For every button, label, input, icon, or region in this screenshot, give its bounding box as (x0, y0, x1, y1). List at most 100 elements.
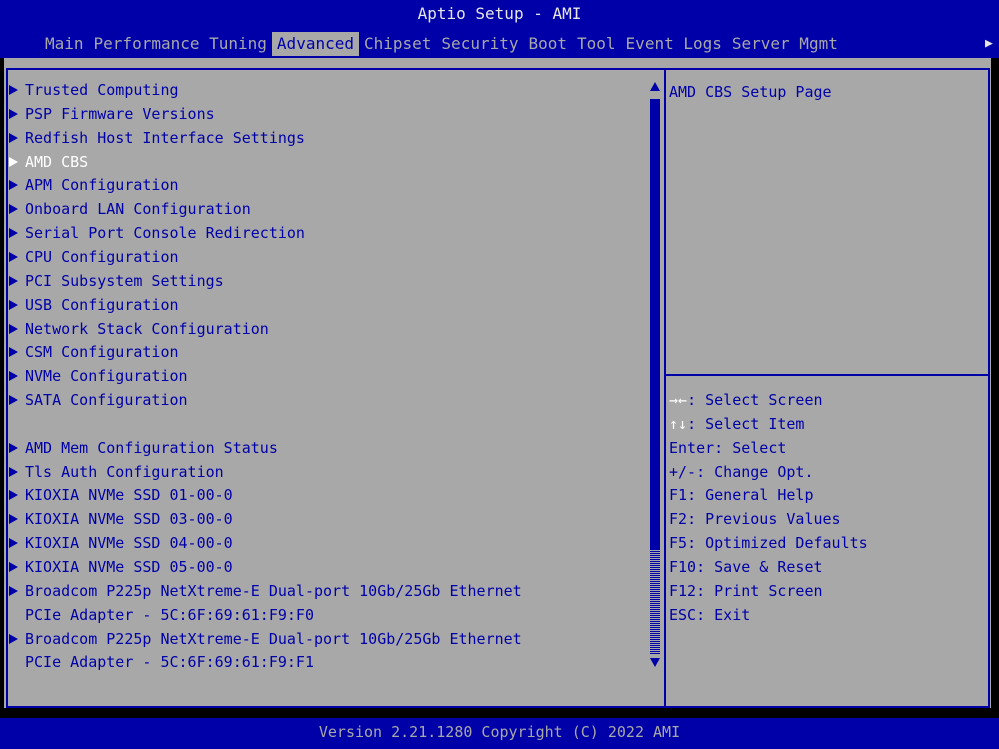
key-legend-item: →←: Select Screen (669, 388, 823, 412)
tab-main[interactable]: Main (40, 32, 89, 56)
tab-tool[interactable]: Tool (572, 32, 621, 56)
submenu-arrow-icon (9, 562, 18, 572)
tab-event-logs[interactable]: Event Logs (621, 32, 727, 56)
menu-item-label: KIOXIA NVMe SSD 04-00-0 (25, 534, 233, 553)
menu-item-continuation: PCIe Adapter - 5C:6F:69:61:F9:F0 (25, 605, 314, 624)
submenu-arrow-icon (9, 395, 18, 406)
submenu-arrow-icon (9, 156, 18, 167)
key-legend-item: +/-: Change Opt. (669, 460, 814, 484)
key-name: F5 (669, 534, 688, 553)
menu-item[interactable]: Network Stack Configuration (9, 317, 269, 341)
key-action: : Select (714, 438, 787, 457)
submenu-arrow-icon (9, 204, 18, 215)
menu-item[interactable]: Onboard LAN Configuration (9, 197, 251, 221)
submenu-arrow-icon (9, 275, 18, 286)
right-arrow-icon[interactable]: ▶ (985, 32, 993, 56)
menu-item-label: PSP Firmware Versions (25, 104, 215, 123)
menu-item[interactable]: Tls Auth Configuration (9, 460, 224, 484)
menu-item-label: CPU Configuration (25, 247, 179, 266)
key-legend-item: F12: Print Screen (669, 579, 823, 603)
menu-item-label: Broadcom P225p NetXtreme-E Dual-port 10G… (25, 629, 522, 648)
tab-bar: Main Performance Tuning Advanced Chipset… (40, 32, 843, 56)
key-legend-item: Enter: Select (669, 436, 786, 460)
key-action: : General Help (687, 486, 814, 505)
submenu-arrow-icon (9, 633, 18, 644)
menu-item-label: USB Configuration (25, 295, 179, 314)
menu-item[interactable]: SATA Configuration (9, 388, 188, 412)
menu-item[interactable]: KIOXIA NVMe SSD 03-00-0 (9, 507, 233, 531)
menu-item[interactable]: NVMe Configuration (9, 364, 188, 388)
menu-item-label: Network Stack Configuration (25, 319, 269, 338)
scrollbar-thumb[interactable] (650, 99, 660, 549)
tab-chipset[interactable]: Chipset (359, 32, 436, 56)
key-legend-item: F5: Optimized Defaults (669, 531, 868, 555)
tab-advanced[interactable]: Advanced (271, 32, 359, 56)
help-description: AMD CBS Setup Page (669, 83, 832, 101)
menu-item[interactable]: Broadcom P225p NetXtreme-E Dual-port 10G… (9, 627, 522, 651)
menu-item-label: NVMe Configuration (25, 367, 188, 386)
scrollbar-track[interactable] (650, 549, 660, 654)
menu-item[interactable]: Trusted Computing (9, 78, 179, 102)
submenu-arrow-icon (9, 251, 18, 262)
version-text: Version 2.21.1280 Copyright (C) 2022 AMI (318, 723, 681, 741)
menu-item-label: KIOXIA NVMe SSD 03-00-0 (25, 510, 233, 529)
submenu-arrow-icon (9, 299, 18, 310)
key-name: F2 (669, 510, 688, 529)
key-action: : Select Item (687, 414, 805, 433)
key-action: : Optimized Defaults (687, 534, 868, 553)
menu-item-label: Onboard LAN Configuration (25, 200, 251, 219)
menu-item[interactable]: Serial Port Console Redirection (9, 221, 305, 245)
scroll-down-arrow-icon[interactable] (650, 658, 660, 667)
key-legend-item: F1: General Help (669, 483, 814, 507)
menu-item-label: CSM Configuration (25, 343, 179, 362)
menu-item[interactable]: PCI Subsystem Settings (9, 269, 224, 293)
submenu-arrow-icon (9, 371, 18, 382)
key-name: →← (669, 391, 688, 409)
menu-item[interactable]: KIOXIA NVMe SSD 04-00-0 (9, 531, 233, 555)
submenu-arrow-icon (9, 132, 18, 143)
scroll-up-arrow-icon[interactable] (650, 82, 660, 91)
submenu-arrow-icon (9, 85, 18, 95)
tab-server-mgmt[interactable]: Server Mgmt (727, 32, 843, 56)
menu-item[interactable]: Redfish Host Interface Settings (9, 126, 305, 150)
menu-item[interactable]: USB Configuration (9, 293, 179, 317)
tab-boot[interactable]: Boot (523, 32, 572, 56)
scrollbar[interactable] (650, 82, 660, 668)
menu-item[interactable]: Broadcom P225p NetXtreme-E Dual-port 10G… (9, 579, 522, 603)
menu-item[interactable]: CSM Configuration (9, 340, 179, 364)
key-action: : Select Screen (687, 391, 823, 409)
key-legend-item: ESC: Exit (669, 603, 750, 627)
menu-item[interactable]: KIOXIA NVMe SSD 01-00-0 (9, 483, 233, 507)
key-legend-item: F2: Previous Values (669, 507, 841, 531)
key-name: ↑↓ (669, 414, 688, 433)
menu-item[interactable]: CPU Configuration (9, 245, 179, 269)
submenu-arrow-icon (9, 347, 18, 358)
tab-performance-tuning[interactable]: Performance Tuning (89, 32, 272, 56)
submenu-arrow-icon (9, 442, 18, 453)
menu-item[interactable]: AMD CBS (9, 150, 88, 174)
menu-item[interactable]: KIOXIA NVMe SSD 05-00-0 (9, 555, 233, 579)
key-name: F1 (669, 486, 688, 505)
submenu-arrow-icon (9, 323, 18, 334)
menu-item[interactable]: PSP Firmware Versions (9, 102, 215, 126)
help-divider (666, 374, 988, 376)
key-action: : Change Opt. (696, 462, 814, 481)
submenu-arrow-icon (9, 490, 18, 501)
key-name: Enter (669, 438, 715, 457)
setup-title: Aptio Setup - AMI (417, 4, 582, 23)
key-action: : Save & Reset (696, 557, 823, 576)
menu-item-label: PCI Subsystem Settings (25, 271, 224, 290)
submenu-arrow-icon (9, 180, 18, 191)
menu-item-label: SATA Configuration (25, 391, 188, 410)
tab-security[interactable]: Security (436, 32, 523, 56)
key-name: ESC (669, 605, 697, 624)
menu-item-label: AMD Mem Configuration Status (25, 438, 278, 457)
key-legend-item: F10: Save & Reset (669, 555, 823, 579)
menu-item-label: APM Configuration (25, 176, 179, 195)
menu-item[interactable]: AMD Mem Configuration Status (9, 436, 278, 460)
key-name: F10 (669, 557, 697, 576)
menu-item-label: Serial Port Console Redirection (25, 224, 305, 243)
menu-item[interactable]: APM Configuration (9, 173, 179, 197)
key-name: F12 (669, 581, 697, 600)
menu-item-continuation: PCIe Adapter - 5C:6F:69:61:F9:F1 (25, 653, 314, 672)
